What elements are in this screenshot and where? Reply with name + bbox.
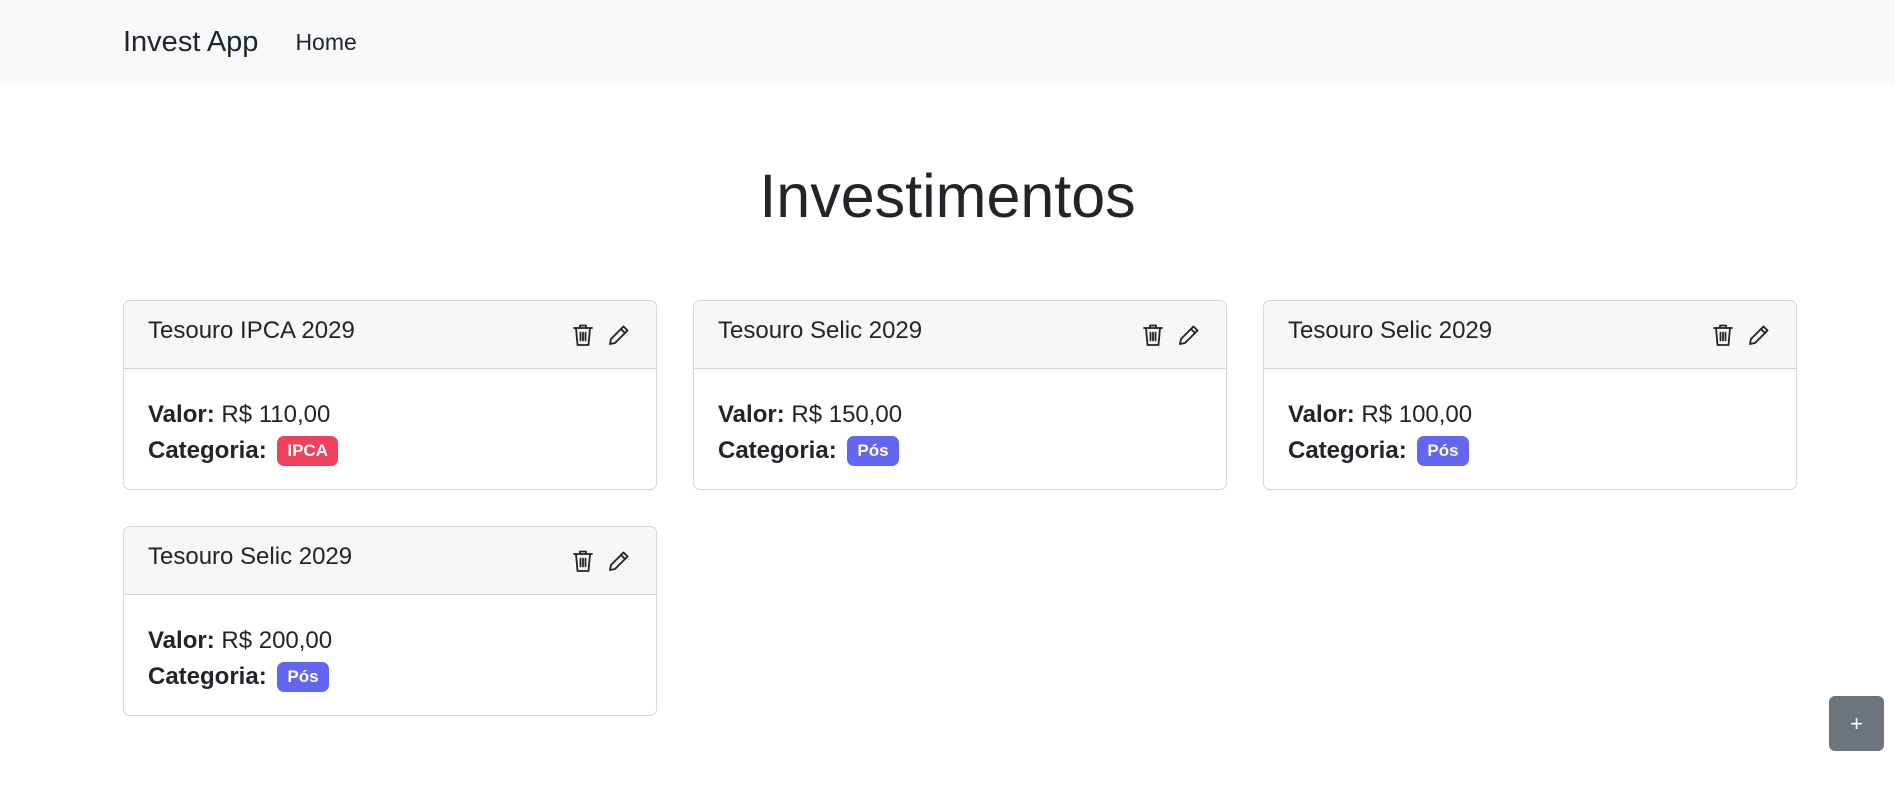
value-row: Valor: R$ 200,00 [148, 623, 632, 659]
pencil-icon[interactable] [606, 548, 632, 574]
value-row: Valor: R$ 110,00 [148, 397, 632, 433]
navbar: Invest App Home [0, 0, 1895, 84]
card-header: Tesouro Selic 2029 [124, 527, 656, 595]
value-label: Valor: [1288, 401, 1355, 428]
category-label: Categoria: [718, 437, 837, 464]
value-amount: R$ 110,00 [221, 401, 331, 428]
card-actions [1710, 322, 1772, 348]
category-row: Categoria: Pós [148, 659, 632, 695]
category-row: Categoria: Pós [718, 433, 1202, 469]
trash-icon[interactable] [1140, 322, 1166, 348]
pencil-icon[interactable] [1746, 322, 1772, 348]
category-badge: IPCA [277, 436, 338, 466]
card-body: Valor: R$ 200,00 Categoria: Pós [124, 595, 656, 695]
category-badge: Pós [277, 662, 329, 692]
card-title: Tesouro Selic 2029 [718, 316, 923, 344]
card-actions [1140, 322, 1202, 348]
value-amount: R$ 100,00 [1361, 401, 1473, 428]
card-title: Tesouro IPCA 2029 [148, 316, 355, 344]
pencil-icon[interactable] [606, 322, 632, 348]
investment-grid: Tesouro IPCA 2029 Valor: R$ 110,00 Categ… [123, 300, 1797, 716]
category-badge: Pós [1417, 436, 1469, 466]
category-badge: Pós [847, 436, 899, 466]
trash-icon[interactable] [570, 548, 596, 574]
card-title: Tesouro Selic 2029 [148, 542, 353, 570]
category-label: Categoria: [148, 437, 267, 464]
brand-link[interactable]: Invest App [123, 26, 258, 59]
card-actions [570, 548, 632, 574]
category-label: Categoria: [148, 663, 267, 690]
page-title: Investimentos [759, 162, 1136, 230]
value-row: Valor: R$ 150,00 [718, 397, 1202, 433]
pencil-icon[interactable] [1176, 322, 1202, 348]
category-row: Categoria: Pós [1288, 433, 1772, 469]
value-label: Valor: [718, 401, 785, 428]
card-body: Valor: R$ 110,00 Categoria: IPCA [124, 369, 656, 469]
value-label: Valor: [148, 627, 215, 654]
card-title: Tesouro Selic 2029 [1288, 316, 1493, 344]
card-header: Tesouro IPCA 2029 [124, 301, 656, 369]
card-body: Valor: R$ 100,00 Categoria: Pós [1264, 369, 1796, 469]
card-header: Tesouro Selic 2029 [1264, 301, 1796, 369]
value-amount: R$ 150,00 [791, 401, 903, 428]
trash-icon[interactable] [570, 322, 596, 348]
category-label: Categoria: [1288, 437, 1407, 464]
add-investment-button[interactable]: + [1829, 696, 1884, 751]
card-body: Valor: R$ 150,00 Categoria: Pós [694, 369, 1226, 469]
card-header: Tesouro Selic 2029 [694, 301, 1226, 369]
value-label: Valor: [148, 401, 215, 428]
investment-card: Tesouro Selic 2029 Valor: R$ 100,00 Cate… [1263, 300, 1797, 490]
nav-link-home[interactable]: Home [295, 29, 356, 56]
investment-card: Tesouro IPCA 2029 Valor: R$ 110,00 Categ… [123, 300, 657, 490]
card-actions [570, 322, 632, 348]
value-row: Valor: R$ 100,00 [1288, 397, 1772, 433]
investment-card: Tesouro Selic 2029 Valor: R$ 150,00 Cate… [693, 300, 1227, 490]
trash-icon[interactable] [1710, 322, 1736, 348]
category-row: Categoria: IPCA [148, 433, 632, 469]
investment-card: Tesouro Selic 2029 Valor: R$ 200,00 Cate… [123, 526, 657, 716]
value-amount: R$ 200,00 [221, 627, 333, 654]
